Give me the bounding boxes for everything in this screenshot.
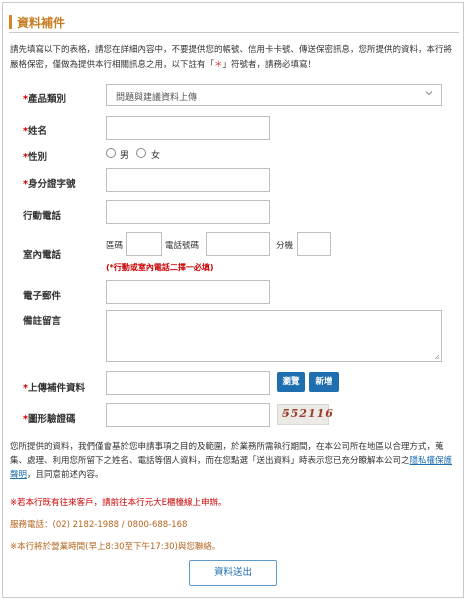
title-accent-bar [9, 15, 12, 29]
name-input[interactable] [106, 116, 270, 140]
intro-text: 請先填寫以下的表格，請您在詳細內容中，不要提供您的帳號、信用卡卡號、傳送保密訊息… [10, 43, 458, 73]
area-code-label: 區碼 [106, 241, 124, 251]
captcha-label: *圖形驗證碼 [23, 411, 75, 425]
page-title: 資料補件 [17, 16, 66, 30]
extension-label: 分機 [276, 241, 294, 251]
existing-customer-note: ※若本行既有往來客戶，請前往本行元大E櫃檯線上申辦。 [10, 498, 227, 508]
add-button[interactable]: 新增 [309, 372, 339, 392]
captcha-image: 5̶52116 [277, 404, 333, 425]
intro-required-star: ＊ [214, 60, 223, 70]
category-select[interactable]: 問題與建議資料上傳 [106, 84, 442, 106]
browse-button[interactable]: 瀏覽 [277, 372, 305, 392]
captcha-code: 5̶52116 [282, 407, 334, 420]
service-phone: 服務電話：(02) 2182-1988 / 0800-688-168 [10, 520, 188, 530]
gender-label-text: 性別 [27, 152, 47, 163]
chevron-down-icon [425, 91, 433, 96]
upload-file-input[interactable] [106, 371, 270, 395]
consent-text-before: 您所提供的資料，我們僅會基於您申請事項之目的及範圍，於業務所需執行期間，在本公司… [10, 442, 444, 466]
consent-text: 您所提供的資料，我們僅會基於您申請事項之目的及範圍，於業務所需執行期間，在本公司… [10, 440, 458, 482]
id-number-label-text: 身分證字號 [27, 179, 76, 190]
extension-input[interactable] [297, 232, 331, 256]
remarks-label: 備註留言 [23, 316, 62, 327]
category-label: *產品類別 [23, 91, 66, 105]
category-label-text: 產品類別 [27, 94, 66, 105]
upload-label-text: 上傳補件資料 [27, 383, 85, 394]
gender-male-radio[interactable] [106, 148, 116, 158]
gender-female-radio[interactable] [136, 148, 146, 158]
submit-button[interactable]: 資料送出 [189, 560, 277, 586]
resize-handle-icon[interactable] [434, 354, 440, 360]
id-number-label: *身分證字號 [23, 176, 75, 190]
category-selected-value: 問題與建議資料上傳 [116, 93, 198, 103]
area-code-input[interactable] [126, 232, 162, 256]
gender-male-label: 男 [120, 151, 130, 161]
name-label-text: 姓名 [27, 126, 47, 137]
section-header: 資料補件 [9, 13, 459, 33]
email-label: 電子郵件 [23, 291, 62, 302]
id-number-input[interactable] [106, 168, 270, 192]
email-input[interactable] [106, 280, 270, 304]
contact-hours-note: ※本行將於營業時間(早上8:30至下午17:30)與您聯絡。 [10, 542, 221, 552]
form-panel: 資料補件 請先填寫以下的表格，請您在詳細內容中，不要提供您的帳號、信用卡卡號、傳… [2, 2, 464, 598]
consent-text-after: ，且同意前述內容。 [27, 470, 104, 480]
captcha-input[interactable] [106, 403, 270, 427]
name-label: *姓名 [23, 123, 47, 137]
remarks-textarea[interactable] [106, 310, 442, 362]
phone-number-input[interactable] [206, 232, 270, 256]
intro-text-after: 」符號者，請務必填寫！ [222, 60, 317, 70]
gender-female-label: 女 [151, 151, 161, 161]
mobile-label: 行動電話 [23, 211, 62, 222]
captcha-label-text: 圖形驗證碼 [27, 414, 76, 425]
phone-hint: (*行動或室內電話二擇一必填) [106, 263, 214, 272]
phone-number-label: 電話號碼 [165, 241, 200, 251]
mobile-input[interactable] [106, 200, 270, 224]
upload-label: *上傳補件資料 [23, 380, 85, 394]
home-phone-label: 室內電話 [23, 250, 62, 261]
gender-label: *性別 [23, 149, 47, 163]
